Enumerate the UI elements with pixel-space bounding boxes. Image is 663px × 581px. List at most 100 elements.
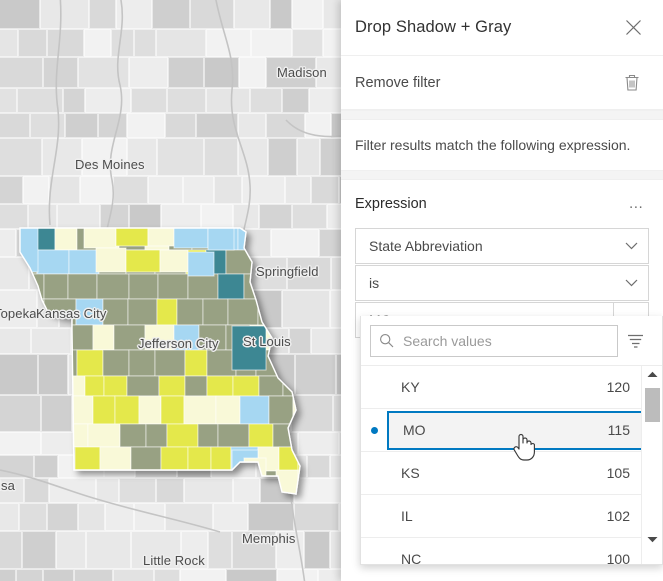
missouri-county: [160, 395, 185, 425]
list-item[interactable]: MO 115: [361, 409, 644, 452]
missouri-county: [83, 228, 117, 249]
missouri-county: [125, 249, 161, 273]
missouri-county: [102, 298, 129, 326]
missouri-county: [87, 423, 121, 448]
missouri-county: [20, 423, 35, 448]
missouri-county: [43, 273, 69, 300]
dropdown-search-row: [361, 316, 662, 366]
list-item-count: 100: [606, 551, 630, 565]
list-item[interactable]: KS 105: [361, 452, 644, 495]
field-select[interactable]: State Abbreviation: [355, 228, 649, 264]
missouri-county: [74, 446, 101, 472]
missouri-county: [272, 423, 300, 448]
missouri-county: [154, 349, 186, 377]
missouri-county: [202, 298, 229, 326]
list-item-inner: IL 102: [387, 495, 644, 537]
missouri-county: [20, 395, 42, 425]
missouri-county: [210, 446, 232, 472]
list-item-count: 115: [607, 422, 630, 438]
missouri-county: [173, 228, 209, 249]
missouri-county: [103, 375, 128, 397]
search-icon: [371, 333, 401, 348]
missouri-county: [40, 395, 72, 425]
missouri-county: [197, 423, 219, 448]
remove-filter-button[interactable]: Remove filter: [341, 56, 663, 110]
missouri-county: [189, 470, 213, 494]
missouri-county: [33, 423, 65, 448]
list-item[interactable]: NC 100: [361, 538, 644, 565]
scrollbar-thumb[interactable]: [645, 388, 660, 422]
missouri-county: [127, 298, 158, 326]
missouri-county: [43, 324, 69, 351]
missouri-county: [90, 470, 112, 494]
missouri-county: [157, 273, 189, 300]
missouri-county: [138, 395, 162, 425]
missouri-county: [126, 375, 160, 397]
close-icon[interactable]: [620, 15, 646, 41]
missouri-county: [20, 324, 45, 351]
missouri-county: [61, 496, 91, 517]
missouri-county: [217, 423, 250, 448]
map-canvas[interactable]: Madison Des Moines Springfield TopekaKansas…: [0, 0, 341, 581]
missouri-county: [187, 273, 219, 300]
missouri-county: [257, 298, 289, 326]
missouri-county: [237, 228, 264, 251]
missouri-county: [111, 496, 135, 517]
missouri-county: [222, 496, 253, 517]
missouri-county: [156, 298, 178, 326]
missouri-county: [239, 395, 270, 425]
chevron-down-icon: [614, 266, 648, 300]
missouri-county: [33, 496, 61, 517]
search-input[interactable]: [401, 331, 617, 350]
dropdown-scrollbar[interactable]: [641, 366, 662, 564]
operator-select[interactable]: is: [355, 265, 649, 301]
sort-descending-icon[interactable]: [618, 325, 652, 357]
missouri-county: [248, 423, 274, 448]
missouri-county: [91, 496, 111, 517]
list-item[interactable]: KY 120: [361, 366, 644, 409]
missouri-county: [135, 496, 164, 517]
list-item-inner: MO 115: [387, 410, 644, 450]
missouri-county: [211, 470, 240, 494]
list-item-inner: KY 120: [387, 366, 644, 408]
map-city-label: lsa: [0, 478, 15, 493]
remove-filter-label: Remove filter: [355, 74, 441, 91]
value-list[interactable]: KY 120 MO 115 KS 105 IL 102 NC 100: [361, 366, 644, 565]
map-city-label: Kansas City: [36, 306, 107, 321]
map-city-label: Topeka: [0, 306, 37, 321]
section-divider-2: [341, 170, 663, 180]
list-item-inner: KS 105: [387, 452, 644, 494]
caret-down-icon[interactable]: [642, 531, 662, 548]
missouri-highlight-layer: [19, 227, 320, 517]
map-city-label: Madison: [277, 65, 327, 80]
missouri-county: [20, 470, 42, 494]
missouri-county: [95, 247, 127, 273]
missouri-county: [225, 249, 253, 275]
caret-up-icon[interactable]: [642, 366, 662, 383]
trash-icon[interactable]: [619, 70, 645, 96]
missouri-county: [184, 375, 208, 397]
field-select-value: State Abbreviation: [369, 238, 483, 254]
missouri-county: [183, 395, 217, 425]
ellipsis-icon[interactable]: …: [628, 196, 645, 211]
missouri-county: [298, 423, 300, 448]
missouri-county: [102, 349, 130, 377]
list-item[interactable]: IL 102: [361, 495, 644, 538]
missouri-county: [36, 249, 70, 275]
missouri-county: [287, 228, 300, 251]
missouri-county: [297, 496, 320, 517]
list-item-label: MO: [403, 422, 426, 438]
page-title: Drop Shadow + Gray: [355, 18, 512, 36]
expression-header: Expression …: [341, 180, 663, 228]
missouri-county: [176, 298, 204, 326]
map-city-label: St Louis: [243, 334, 291, 349]
search-values-field[interactable]: [370, 324, 618, 357]
missouri-county: [115, 228, 149, 247]
missouri-county: [70, 395, 94, 425]
missouri-county: [238, 470, 261, 494]
missouri-county: [278, 446, 299, 472]
missouri-county: [63, 423, 89, 448]
missouri-county: [262, 228, 289, 251]
missouri-county: [232, 375, 260, 397]
map-city-label: Des Moines: [75, 157, 145, 172]
